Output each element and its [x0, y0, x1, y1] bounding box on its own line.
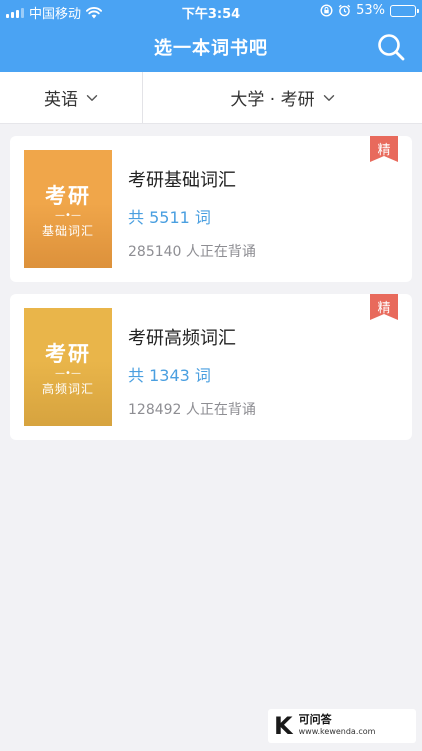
status-bar: 中国移动 下午3:54 53% [0, 0, 422, 22]
watermark-text: 可问答 www.kewenda.com [299, 714, 376, 738]
word-count: 共 5511 词 [128, 208, 211, 227]
book-name: 考研高频词汇 [128, 328, 236, 349]
language-filter[interactable]: 英语 [0, 72, 143, 123]
cover-divider: —•— [55, 209, 81, 221]
alarm-icon [338, 4, 351, 17]
learner-count: 285140 人正在背诵 [128, 244, 256, 260]
filter-bar: 英语 大学 · 考研 [0, 72, 422, 124]
book-cover: 考研 —•— 基础词汇 [24, 150, 112, 268]
featured-badge-label: 精 [377, 301, 391, 316]
book-name: 考研基础词汇 [128, 170, 236, 191]
book-card-kaoyan-frequent[interactable]: 考研 —•— 高频词汇 考研高频词汇 共 1343 词 128492 人正在背诵… [10, 294, 412, 440]
watermark-logo: K [274, 712, 293, 740]
book-card-kaoyan-basic[interactable]: 考研 —•— 基础词汇 考研基础词汇 共 5511 词 285140 人正在背诵… [10, 136, 412, 282]
cover-title: 考研 [45, 341, 91, 366]
level-filter[interactable]: 大学 · 考研 [143, 72, 422, 123]
book-info: 考研基础词汇 共 5511 词 285140 人正在背诵 [128, 166, 256, 261]
word-count: 共 1343 词 [128, 366, 211, 385]
battery-icon [390, 4, 419, 17]
app-header: 中国移动 下午3:54 53% 选一本词书吧 [0, 0, 422, 72]
site-watermark: K 可问答 www.kewenda.com [268, 709, 416, 743]
cover-subtitle: 基础词汇 [41, 223, 94, 238]
book-list: 考研 —•— 基础词汇 考研基础词汇 共 5511 词 285140 人正在背诵… [0, 124, 422, 440]
watermark-url: www.kewenda.com [298, 727, 376, 736]
cover-title: 考研 [45, 183, 91, 208]
language-filter-label: 英语 [44, 90, 78, 110]
battery-percent: 53% [356, 3, 385, 18]
search-icon[interactable] [376, 32, 406, 62]
cover-subtitle: 高频词汇 [41, 381, 94, 396]
book-info: 考研高频词汇 共 1343 词 128492 人正在背诵 [128, 324, 256, 419]
featured-badge-label: 精 [377, 143, 391, 158]
chevron-down-icon [323, 94, 334, 101]
book-cover: 考研 —•— 高频词汇 [24, 308, 112, 426]
page-title: 选一本词书吧 [154, 38, 268, 59]
featured-badge: 精 [370, 136, 398, 162]
level-filter-label: 大学 · 考研 [230, 90, 315, 110]
orientation-lock-icon [320, 4, 333, 17]
watermark-name: 可问答 [298, 713, 332, 726]
featured-badge: 精 [370, 294, 398, 320]
learner-count: 128492 人正在背诵 [128, 402, 256, 418]
chevron-down-icon [86, 94, 98, 101]
nav-bar: 选一本词书吧 [0, 22, 422, 72]
cover-divider: —•— [55, 367, 81, 379]
status-right: 53% [320, 3, 419, 18]
